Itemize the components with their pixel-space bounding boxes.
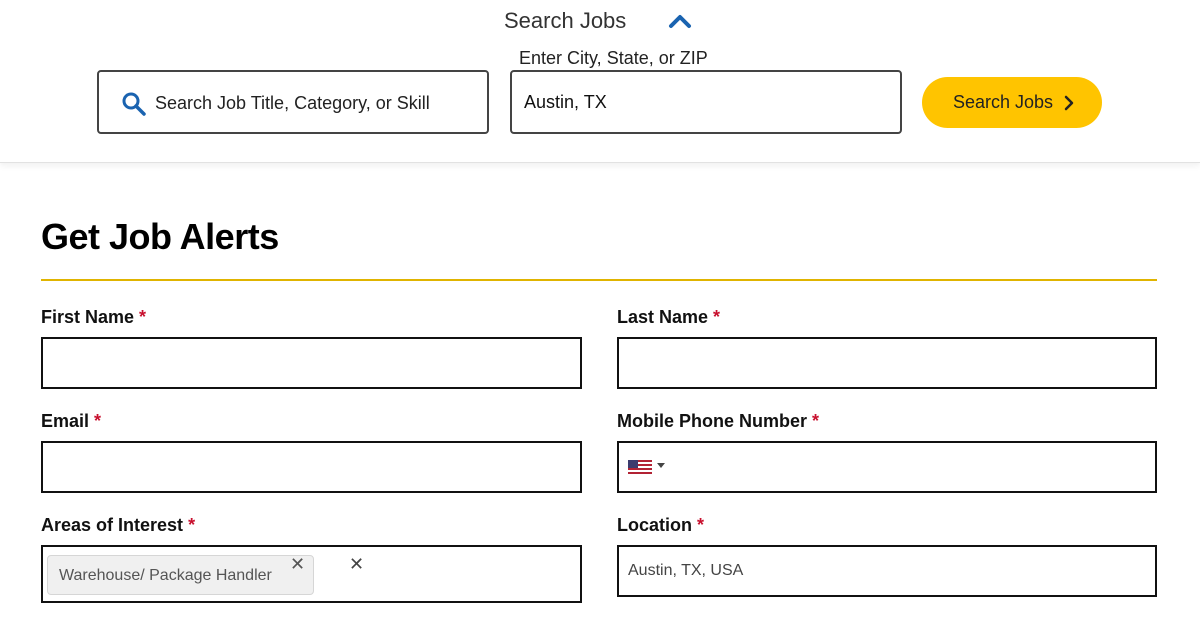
location-label: Location * — [617, 515, 704, 536]
required-marker: * — [713, 307, 721, 327]
search-jobs-button-label: Search Jobs — [953, 92, 1054, 112]
phone-field[interactable] — [617, 441, 1157, 493]
chevron-right-icon — [1064, 95, 1074, 111]
location-field-value: Austin, TX, USA — [628, 562, 744, 579]
job-search-bar: Search Jobs Enter City, State, or ZIP Se… — [0, 0, 1200, 163]
required-marker: * — [139, 307, 147, 327]
phone-label: Mobile Phone Number * — [617, 411, 819, 432]
title-divider — [41, 279, 1157, 281]
location-search-value: Austin, TX — [524, 92, 607, 112]
email-label-text: Email — [41, 411, 90, 431]
email-label: Email * — [41, 411, 101, 432]
first-name-label-text: First Name — [41, 307, 135, 327]
last-name-field[interactable] — [617, 337, 1157, 389]
us-flag-icon[interactable] — [628, 460, 652, 474]
phone-label-text: Mobile Phone Number — [617, 411, 808, 431]
location-input-label: Enter City, State, or ZIP — [519, 48, 708, 68]
areas-label-text: Areas of Interest — [41, 515, 184, 535]
required-marker: * — [188, 515, 196, 535]
caret-down-icon[interactable] — [657, 463, 665, 469]
search-bar-header[interactable]: Search Jobs — [0, 6, 1200, 36]
required-marker: * — [812, 411, 820, 431]
selected-area-tag: Warehouse/ Package Handler — [47, 555, 314, 595]
required-marker: * — [697, 515, 705, 535]
clear-selection-icon[interactable]: ✕ — [349, 554, 364, 575]
first-name-label: First Name * — [41, 307, 146, 328]
location-search-input[interactable]: Austin, TX — [510, 70, 902, 134]
search-jobs-button[interactable]: Search Jobs — [922, 77, 1102, 128]
required-marker: * — [94, 411, 102, 431]
email-field[interactable] — [41, 441, 582, 493]
location-field[interactable]: Austin, TX, USA — [617, 545, 1157, 597]
areas-of-interest-select[interactable]: Warehouse/ Package Handler ✕ ✕ — [41, 545, 582, 603]
job-alerts-title: Get Job Alerts — [41, 216, 279, 257]
chevron-up-icon[interactable] — [667, 12, 693, 30]
last-name-label: Last Name * — [617, 307, 720, 328]
areas-of-interest-label: Areas of Interest * — [41, 515, 195, 536]
first-name-field[interactable] — [41, 337, 582, 389]
search-icon — [122, 92, 146, 116]
keyword-search-placeholder: Search Job Title, Category, or Skill — [155, 93, 430, 113]
last-name-label-text: Last Name — [617, 307, 709, 327]
selected-area-tag-label: Warehouse/ Package Handler — [59, 567, 272, 584]
remove-tag-icon[interactable]: ✕ — [290, 554, 305, 575]
keyword-search-input[interactable]: Search Job Title, Category, or Skill — [97, 70, 489, 134]
search-bar-title: Search Jobs — [504, 8, 627, 33]
location-label-text: Location — [617, 515, 692, 535]
